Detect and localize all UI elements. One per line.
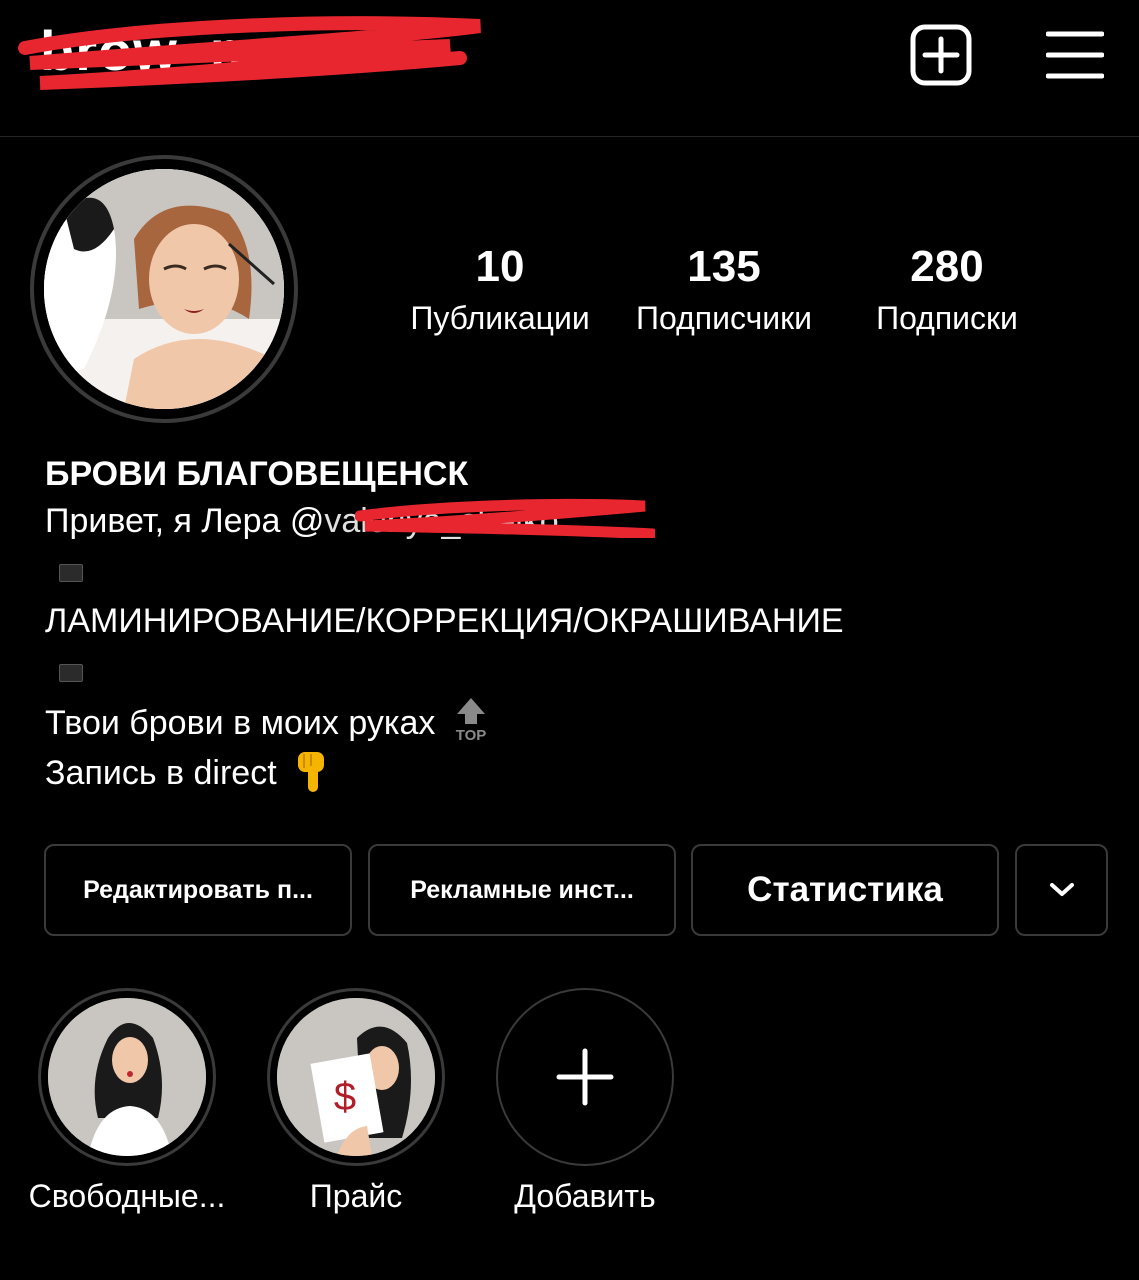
- highlight-label: Добавить: [514, 1178, 656, 1214]
- stat-following-count: 280: [910, 242, 984, 291]
- avatar-illustration: [44, 169, 284, 409]
- menu-button[interactable]: [1045, 30, 1105, 80]
- stat-posts[interactable]: 10 Публикации: [400, 240, 600, 342]
- highlight-label: Прайс: [309, 1178, 403, 1214]
- bio-tagline-line: Твои брови в моих руках TOP: [45, 696, 1105, 748]
- highlight-ring: $: [267, 988, 445, 1166]
- stat-followers[interactable]: 135 Подписчики: [622, 240, 826, 342]
- top-arrow-icon: TOP: [456, 698, 487, 744]
- pointing-down-hand-icon: [298, 752, 325, 792]
- bio-name: БРОВИ БЛАГОВЕЩЕНСК: [45, 455, 469, 493]
- insights-button[interactable]: Статистика: [691, 844, 999, 936]
- plus-icon: [556, 1048, 614, 1106]
- highlight-cover-image: [48, 998, 206, 1156]
- svg-text:$: $: [334, 1075, 356, 1119]
- stat-following-label: Подписки: [876, 300, 1018, 336]
- suggested-toggle-button[interactable]: [1015, 844, 1108, 936]
- bio-greeting-line: Привет, я Лера @valeriya_sheiko: [45, 496, 1105, 546]
- bio-booking-line: Запись в direct: [45, 748, 1105, 798]
- plus-square-icon: [910, 24, 972, 86]
- stat-followers-label: Подписчики: [635, 300, 813, 336]
- redaction-scribble-mention: [355, 498, 655, 538]
- bio-square-1: [45, 546, 1105, 596]
- new-post-button[interactable]: [910, 24, 972, 86]
- ad-tools-button[interactable]: Рекламные инст...: [368, 844, 676, 936]
- stat-following[interactable]: 280 Подписки: [852, 240, 1042, 342]
- chevron-down-icon: [1049, 883, 1074, 896]
- highlight-free-slots[interactable]: Свободные...: [29, 988, 225, 1216]
- profile-bio: БРОВИ БЛАГОВЕЩЕНСК Привет, я Лера @valer…: [45, 452, 1105, 798]
- bio-greeting: Привет, я Лера @: [45, 502, 325, 540]
- highlight-label: Свободные...: [28, 1178, 226, 1214]
- black-square-icon: [59, 564, 83, 583]
- stat-posts-count: 10: [475, 242, 525, 291]
- redaction-scribble: [18, 16, 481, 90]
- highlight-ring: [38, 988, 216, 1166]
- bio-booking: Запись в direct: [45, 754, 277, 792]
- bio-tagline: Твои брови в моих руках: [45, 704, 436, 742]
- profile-avatar[interactable]: [30, 155, 298, 423]
- bio-square-2: [45, 646, 1105, 696]
- highlight-add-new[interactable]: Добавить: [496, 988, 674, 1216]
- svg-text:TOP: TOP: [456, 727, 487, 742]
- edit-profile-button[interactable]: Редактировать п...: [44, 844, 352, 936]
- bio-services: ЛАМИНИРОВАНИЕ/КОРРЕКЦИЯ/ОКРАШИВАНИЕ: [45, 602, 844, 640]
- top-bar: brow_master: [0, 0, 1139, 137]
- stat-posts-label: Публикации: [410, 300, 590, 336]
- hamburger-menu-icon: [1045, 31, 1105, 79]
- black-square-icon: [59, 664, 83, 683]
- highlight-price[interactable]: $ Прайс: [267, 988, 445, 1216]
- highlight-cover-image: $: [277, 998, 435, 1156]
- stat-followers-count: 135: [687, 242, 761, 291]
- highlight-ring: [496, 988, 674, 1166]
